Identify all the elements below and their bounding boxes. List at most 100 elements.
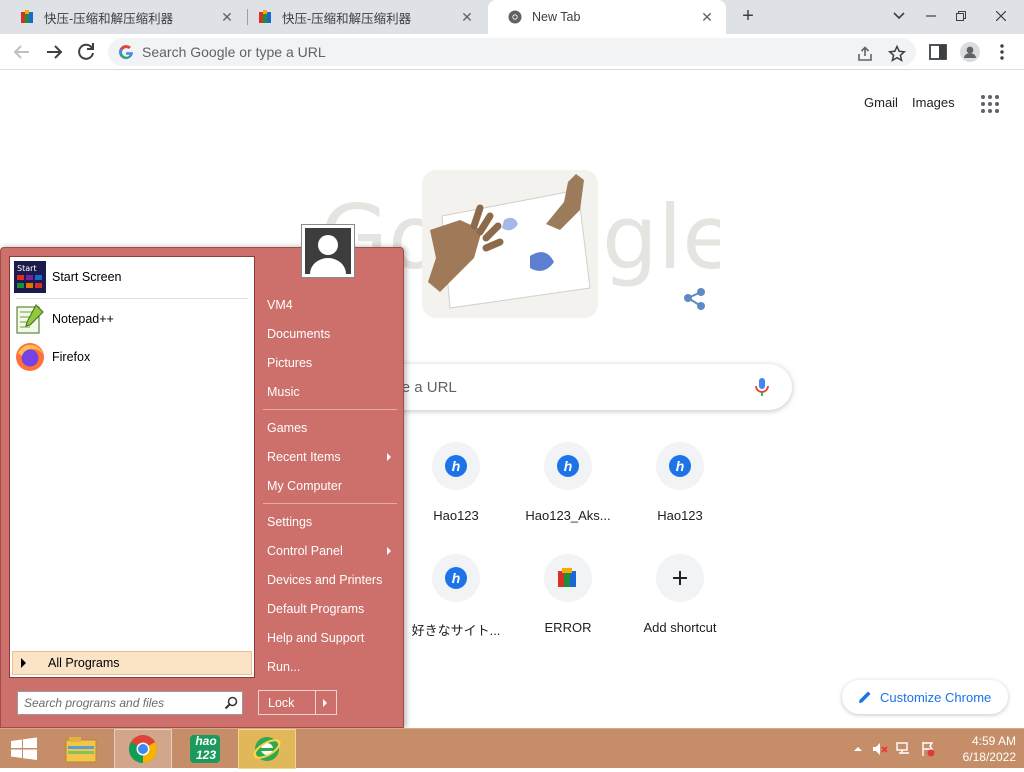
start-right-music[interactable]: Music <box>259 379 397 405</box>
hao123-icon: h <box>669 455 691 477</box>
system-clock[interactable]: 4:59 AM 6/18/2022 <box>940 733 1016 765</box>
close-window-button[interactable] <box>986 2 1016 30</box>
tab-kuaiya-2[interactable]: 快压-压缩和解压缩利器 ✕ <box>238 0 486 34</box>
start-right-documents[interactable]: Documents <box>259 321 397 347</box>
close-icon[interactable]: ✕ <box>460 10 474 24</box>
omnibox[interactable]: Search Google or type a URL <box>108 38 916 66</box>
start-button[interactable] <box>0 729 48 769</box>
kuaiya-icon <box>21 10 33 23</box>
plus-icon <box>673 571 687 585</box>
user-picture[interactable] <box>301 224 355 278</box>
shortcut-title: 好きなサイト... <box>411 623 501 638</box>
taskbar-file-explorer[interactable] <box>52 729 110 769</box>
windows-logo-icon <box>11 737 37 760</box>
chrome-icon <box>508 10 522 24</box>
start-right-default-programs[interactable]: Default Programs <box>259 596 397 622</box>
all-programs-button[interactable]: All Programs <box>12 651 252 675</box>
volume-muted-icon[interactable] <box>872 741 888 757</box>
winrar-icon <box>558 568 576 587</box>
taskbar-chrome[interactable] <box>114 729 172 769</box>
lock-button[interactable]: Lock <box>258 690 337 715</box>
triangle-right-icon <box>21 658 26 668</box>
start-right-my-computer[interactable]: My Computer <box>259 473 397 499</box>
show-hidden-icons-icon[interactable] <box>850 741 866 757</box>
start-right-help-support[interactable]: Help and Support <box>259 625 397 651</box>
start-item-notepadpp[interactable]: Notepad++ <box>14 301 248 337</box>
submenu-arrow-icon <box>387 547 391 555</box>
notepadpp-icon <box>16 304 44 334</box>
start-right-recent-items[interactable]: Recent Items <box>259 444 397 470</box>
clock-date: 6/18/2022 <box>962 750 1016 764</box>
customize-chrome-button[interactable]: Customize Chrome <box>842 680 1008 714</box>
shortcut-title: Hao123 <box>433 508 479 523</box>
back-arrow-icon[interactable] <box>10 40 34 64</box>
add-shortcut-tile[interactable]: Add shortcut <box>624 538 736 650</box>
start-search-input[interactable]: Search programs and files <box>17 691 243 715</box>
restore-button[interactable] <box>946 2 976 30</box>
shortcut-tile[interactable]: h Hao123_Aks... <box>512 426 624 538</box>
google-g-icon <box>119 45 133 60</box>
all-programs-label: All Programs <box>48 656 120 670</box>
start-right-vm4[interactable]: VM4 <box>259 292 397 318</box>
file-explorer-icon <box>65 737 97 763</box>
shortcut-tile[interactable]: h Hao123 <box>400 426 512 538</box>
microphone-icon[interactable] <box>752 377 772 397</box>
profile-avatar-icon[interactable] <box>960 42 980 62</box>
shortcut-tile[interactable]: h 好きなサイト... <box>400 538 512 650</box>
tab-kuaiya-1[interactable]: 快压-压缩和解压缩利器 ✕ <box>0 0 246 34</box>
start-menu: Start Start Screen Notepad++ Firefox All… <box>0 224 404 728</box>
images-link[interactable]: Images <box>912 95 955 110</box>
bookmark-star-icon[interactable] <box>888 45 906 63</box>
share-icon[interactable] <box>856 45 874 63</box>
tab-strip: 快压-压缩和解压缩利器 ✕ 快压-压缩和解压缩利器 ✕ New Tab ✕ + <box>0 0 1024 34</box>
start-item-start-screen[interactable]: Start Start Screen <box>14 259 248 295</box>
action-center-flag-icon[interactable] <box>920 741 936 757</box>
forward-arrow-icon[interactable] <box>42 40 66 64</box>
search-icon[interactable] <box>224 696 238 710</box>
start-right-devices-printers[interactable]: Devices and Printers <box>259 567 397 593</box>
svg-text:Start: Start <box>17 264 37 273</box>
network-icon[interactable] <box>896 741 912 757</box>
shortcut-title: Hao123 <box>657 508 703 523</box>
google-apps-grid-icon[interactable] <box>980 94 1000 114</box>
divider <box>16 298 248 299</box>
close-icon[interactable]: ✕ <box>220 10 234 24</box>
taskbar: hao 123 4:59 AM 6/18/2022 <box>0 728 1024 769</box>
firefox-icon <box>16 343 44 371</box>
chrome-icon <box>129 735 157 763</box>
start-right-control-panel[interactable]: Control Panel <box>259 538 397 564</box>
start-right-settings[interactable]: Settings <box>259 509 397 535</box>
minimize-button[interactable] <box>916 2 946 30</box>
hao123-icon: h <box>445 455 467 477</box>
shortcut-title: ERROR <box>544 620 592 635</box>
taskbar-ie[interactable] <box>238 729 296 769</box>
browser-toolbar: Search Google or type a URL <box>0 34 1024 70</box>
side-panel-icon[interactable] <box>928 42 948 62</box>
user-avatar-icon <box>310 235 346 274</box>
pencil-icon <box>859 691 871 703</box>
new-tab-button[interactable]: + <box>736 5 760 29</box>
tab-new-tab[interactable]: New Tab ✕ <box>488 0 726 34</box>
menu-kebab-icon[interactable] <box>992 42 1012 62</box>
shortcut-tile[interactable]: ERROR <box>512 538 624 650</box>
gmail-link[interactable]: Gmail <box>864 95 898 110</box>
taskbar-hao123[interactable]: hao 123 <box>176 729 234 769</box>
close-icon[interactable]: ✕ <box>700 10 714 24</box>
start-right-label: Control Panel <box>267 544 343 558</box>
shortcut-tile[interactable]: h Hao123 <box>624 426 736 538</box>
hao123-icon: h <box>557 455 579 477</box>
reload-icon[interactable] <box>74 40 98 64</box>
divider <box>315 691 316 714</box>
start-right-run[interactable]: Run... <box>259 654 397 680</box>
start-item-firefox[interactable]: Firefox <box>14 339 248 375</box>
start-right-pictures[interactable]: Pictures <box>259 350 397 376</box>
tab-search-chevron-icon[interactable] <box>884 2 914 30</box>
tab-label: New Tab <box>532 10 581 24</box>
start-item-label: Notepad++ <box>52 312 114 326</box>
submenu-arrow-icon <box>387 453 391 461</box>
tab-label: 快压-压缩和解压缩利器 <box>282 11 412 26</box>
omnibox-placeholder: Search Google or type a URL <box>142 44 326 60</box>
clock-time: 4:59 AM <box>971 734 1016 748</box>
lock-options-arrow-icon[interactable] <box>323 699 327 707</box>
start-right-games[interactable]: Games <box>259 415 397 441</box>
